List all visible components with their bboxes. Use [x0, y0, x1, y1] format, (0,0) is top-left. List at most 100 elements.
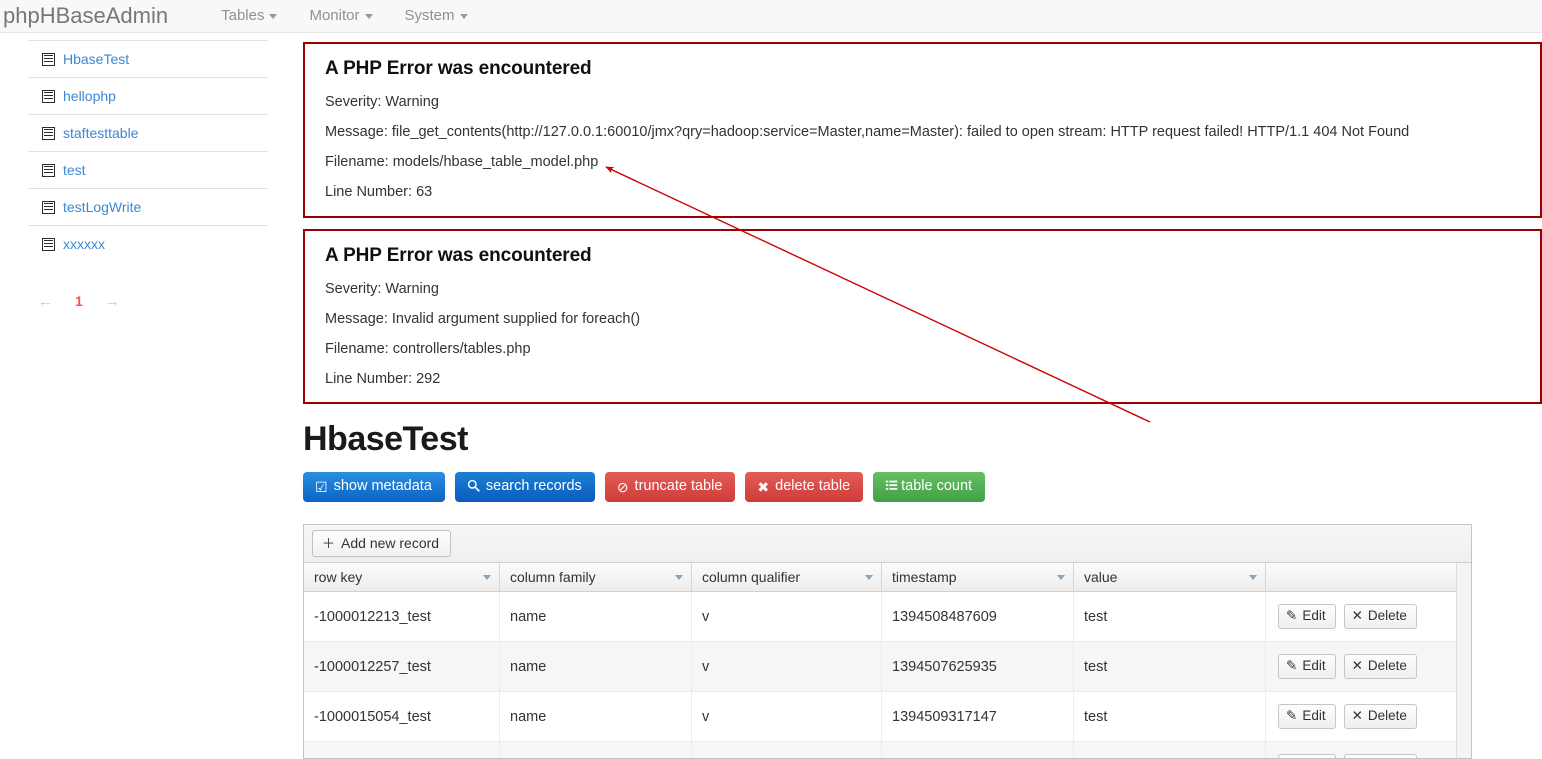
cell-actions: ✎ Edit ✕ Delete — [1266, 742, 1459, 758]
php-error-filename: Filename: controllers/tables.php — [325, 340, 531, 357]
show-metadata-label: show metadata — [333, 478, 432, 495]
php-error-message: Message: file_get_contents(http://127.0.… — [325, 124, 1410, 141]
php-error-panel-1: A PHP Error was encountered Severity: Wa… — [303, 42, 1542, 218]
delete-record-label: Delete — [1367, 708, 1407, 724]
grid-body: -1000012213_test name v 1394508487609 te… — [304, 592, 1471, 758]
table-row[interactable]: -1000012213_test name v 1394508487609 te… — [304, 592, 1471, 642]
cell-timestamp: 1394508487609 — [882, 592, 1074, 641]
nav-item-tables-label: Tables — [221, 7, 265, 24]
delete-record-button[interactable]: ✕ Delete — [1343, 654, 1417, 679]
column-header-label: row key — [314, 569, 363, 585]
php-error-panel-2: A PHP Error was encountered Severity: Wa… — [303, 228, 1542, 404]
table-actions-toolbar: ☑ show metadata search records ⊘ truncat… — [303, 472, 1542, 502]
plus-icon: ＋ — [322, 535, 336, 551]
sidebar-item-label[interactable]: xxxxxx — [63, 236, 105, 252]
table-row[interactable]: ✎ Edit ✕ Delete — [304, 742, 1471, 758]
table-row[interactable]: -1000012257_test name v 1394507625935 te… — [304, 642, 1471, 692]
delete-record-button[interactable]: ✕ Delete — [1343, 704, 1417, 729]
column-header-column-family[interactable]: column family — [500, 563, 692, 591]
sidebar-item-hellophp[interactable]: hellophp — [28, 77, 268, 114]
cell-column-qualifier: v — [692, 692, 882, 741]
delete-table-button[interactable]: ✖ delete table — [745, 472, 864, 502]
cell-column-qualifier: v — [692, 642, 882, 691]
column-header-timestamp[interactable]: timestamp — [882, 563, 1074, 591]
sidebar-item-testlogwrite[interactable]: testLogWrite — [28, 188, 268, 225]
pagination-page-1[interactable]: 1 — [75, 293, 83, 309]
show-metadata-button[interactable]: ☑ show metadata — [303, 472, 445, 502]
page-title: HbaseTest — [303, 420, 468, 458]
delete-record-label: Delete — [1367, 658, 1407, 674]
edit-record-button[interactable]: ✎ Edit — [1278, 654, 1336, 679]
php-error-line-number: Line Number: 63 — [325, 184, 433, 201]
edit-record-button[interactable]: ✎ Edit — [1278, 754, 1336, 758]
records-grid: ＋ Add new record row key column family c… — [303, 524, 1472, 759]
php-error-message: Message: Invalid argument supplied for f… — [325, 310, 641, 327]
navbar-brand[interactable]: phpHBaseAdmin — [0, 0, 183, 32]
cell-value: test — [1074, 692, 1266, 741]
times-icon: ✕ — [1351, 658, 1363, 674]
pencil-icon: ✎ — [1286, 708, 1298, 724]
add-new-record-button[interactable]: ＋ Add new record — [312, 530, 452, 557]
php-error-filename: Filename: models/hbase_table_model.php — [325, 154, 599, 171]
php-error-heading: A PHP Error was encountered — [325, 58, 592, 79]
nav-item-tables[interactable]: Tables — [205, 0, 293, 32]
column-header-label: column qualifier — [702, 569, 801, 585]
sidebar-item-label[interactable]: HbaseTest — [63, 51, 129, 67]
cell-column-family: name — [500, 642, 692, 691]
sidebar-item-label[interactable]: testLogWrite — [63, 199, 141, 215]
table-icon — [42, 52, 55, 66]
delete-record-button[interactable]: ✕ Delete — [1343, 604, 1417, 629]
search-icon — [467, 479, 480, 494]
cell-row-key: -1000012257_test — [304, 642, 500, 691]
pagination-prev-icon[interactable]: ← — [38, 293, 53, 310]
sidebar-item-label[interactable]: staftesttable — [63, 125, 139, 141]
add-new-record-label: Add new record — [341, 535, 440, 551]
edit-record-button[interactable]: ✎ Edit — [1278, 704, 1336, 729]
grid-toolbar: ＋ Add new record — [304, 525, 1471, 563]
chevron-down-icon[interactable] — [483, 574, 491, 580]
sidebar-item-staftesttable[interactable]: staftesttable — [28, 114, 268, 151]
truncate-table-button[interactable]: ⊘ truncate table — [604, 472, 736, 502]
ban-icon: ⊘ — [616, 478, 629, 495]
table-row[interactable]: -1000015054_test name v 1394509317147 te… — [304, 692, 1471, 742]
edit-record-label: Edit — [1302, 608, 1326, 624]
column-header-value[interactable]: value — [1074, 563, 1266, 591]
edit-record-button[interactable]: ✎ Edit — [1278, 604, 1336, 629]
sidebar-item-test[interactable]: test — [28, 151, 268, 188]
php-error-severity: Severity: Warning — [325, 280, 439, 297]
table-count-button[interactable]: table count — [873, 472, 986, 502]
sidebar-item-label[interactable]: hellophp — [63, 88, 116, 104]
cell-row-key: -1000015054_test — [304, 692, 500, 741]
table-icon — [42, 163, 55, 177]
pencil-icon: ✎ — [1286, 658, 1298, 674]
pagination-next-icon[interactable]: → — [105, 293, 120, 310]
cell-row-key — [304, 742, 500, 758]
check-square-icon: ☑ — [315, 478, 328, 495]
chevron-down-icon[interactable] — [865, 574, 873, 580]
pencil-icon: ✎ — [1286, 608, 1298, 624]
column-header-column-qualifier[interactable]: column qualifier — [692, 563, 882, 591]
chevron-down-icon[interactable] — [675, 574, 683, 580]
sidebar-item-label[interactable]: test — [63, 162, 86, 178]
column-header-label: column family — [510, 569, 596, 585]
php-error-severity: Severity: Warning — [325, 94, 439, 110]
chevron-down-icon[interactable] — [1057, 574, 1065, 580]
cell-value: test — [1074, 642, 1266, 691]
cell-value: test — [1074, 592, 1266, 641]
delete-table-label: delete table — [775, 478, 851, 495]
cell-column-family — [500, 742, 692, 758]
sidebar-table-list: HbaseTest hellophp staftesttable test te… — [28, 40, 268, 316]
cell-timestamp — [882, 742, 1074, 758]
cell-column-qualifier: v — [692, 592, 882, 641]
chevron-down-icon[interactable] — [1249, 574, 1257, 580]
search-records-button[interactable]: search records — [454, 472, 595, 502]
delete-record-label: Delete — [1367, 608, 1407, 624]
column-header-row-key[interactable]: row key — [304, 563, 500, 591]
main-content: A PHP Error was encountered Severity: Wa… — [303, 0, 1542, 759]
times-icon: ✖ — [757, 478, 770, 495]
sidebar-item-hbasetest[interactable]: HbaseTest — [28, 40, 268, 77]
delete-record-button[interactable]: ✕ Delete — [1343, 754, 1417, 758]
grid-vertical-scrollbar[interactable] — [1456, 563, 1471, 758]
cell-actions: ✎ Edit ✕ Delete — [1266, 592, 1459, 641]
sidebar-item-xxxxxx[interactable]: xxxxxx — [28, 225, 268, 262]
